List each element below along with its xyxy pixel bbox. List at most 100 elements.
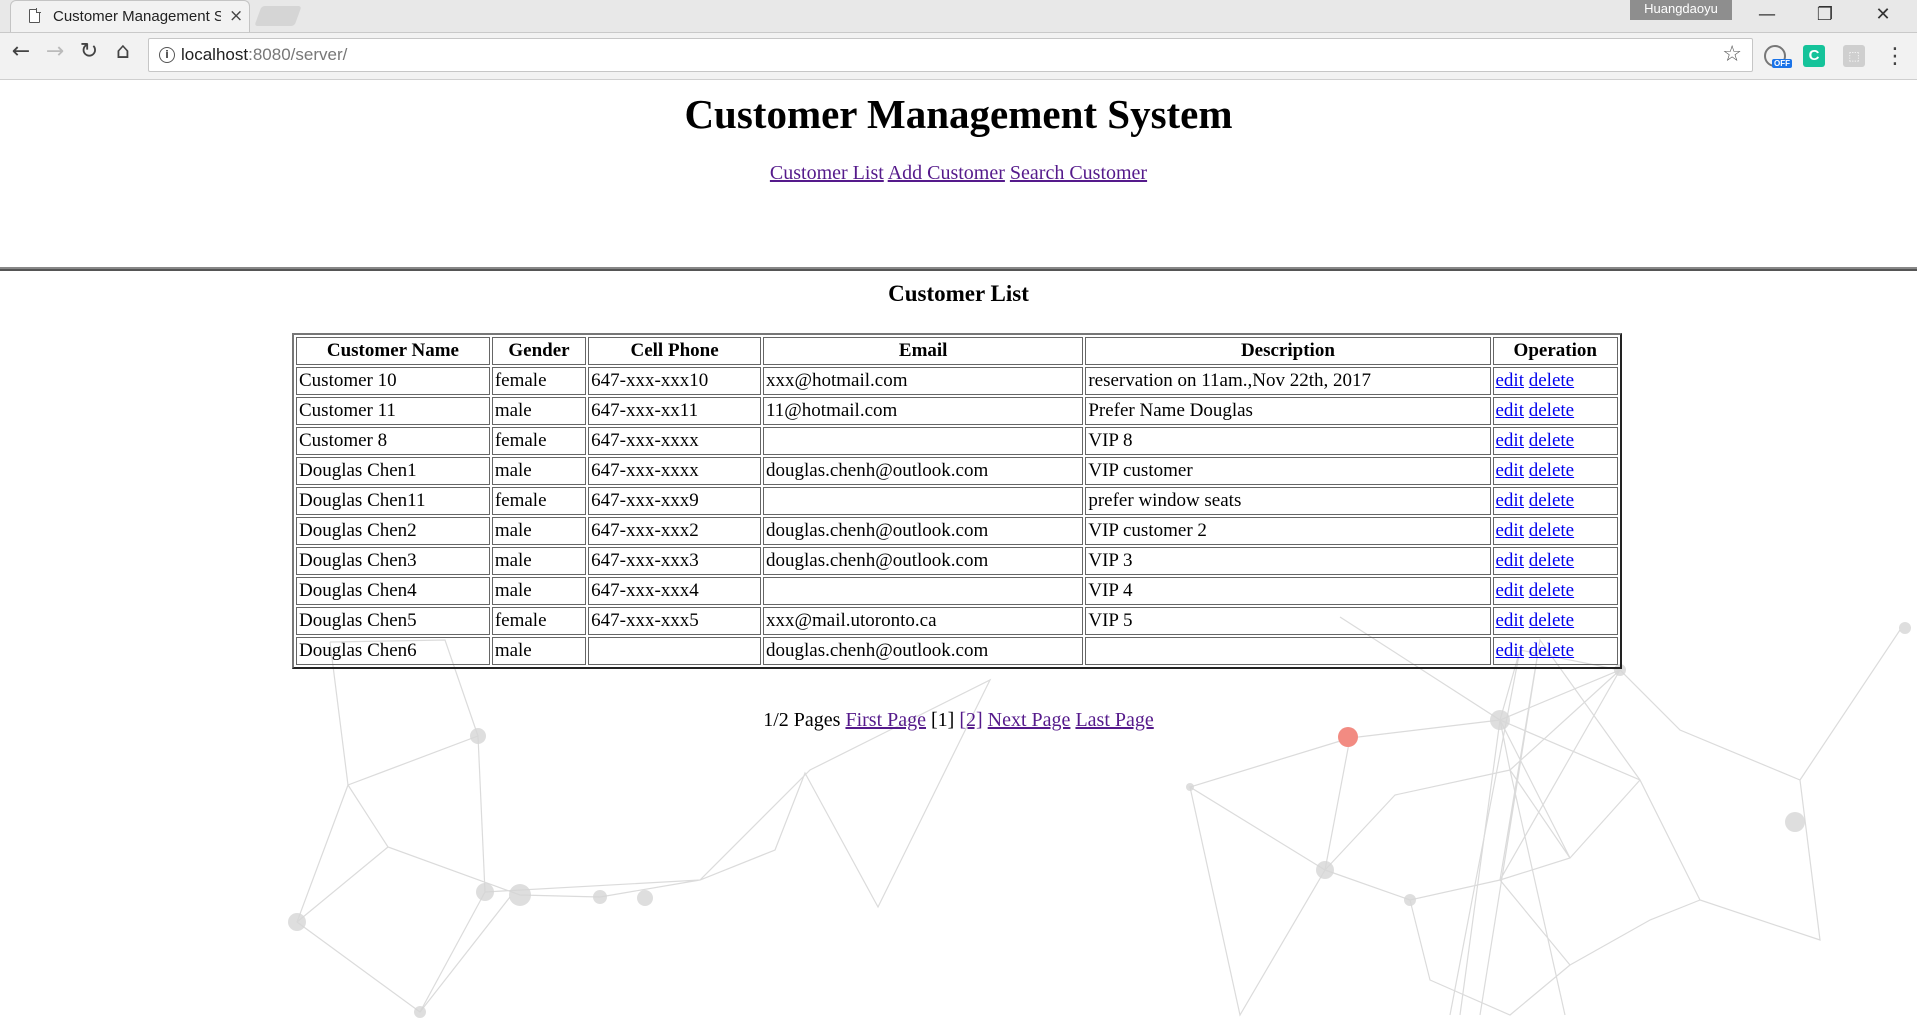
cell-operation: edit delete — [1492, 607, 1618, 635]
table-row: Customer 11 male 647-xxx-xx11 11@hotmail.co… — [296, 397, 1618, 425]
browser-menu-icon[interactable]: ⋮ — [1884, 44, 1906, 69]
column-header-description: Description — [1085, 337, 1491, 365]
url-host: localhost — [181, 45, 249, 64]
cell-name: Douglas Chen1 — [296, 457, 490, 485]
forward-icon[interactable]: → — [40, 39, 70, 69]
cell-description: prefer window seats — [1085, 487, 1491, 515]
cell-gender: female — [491, 367, 587, 395]
cell-email — [763, 487, 1084, 515]
edit-link[interactable]: edit — [1496, 370, 1525, 391]
table-header-row: Customer Name Gender Cell Phone Email De… — [296, 337, 1618, 365]
edit-link[interactable]: edit — [1496, 580, 1525, 601]
page-icon — [29, 8, 41, 23]
edit-link[interactable]: edit — [1496, 610, 1525, 631]
cell-gender: male — [491, 457, 587, 485]
cell-gender: female — [491, 427, 587, 455]
browser-toolbar: ← → ↻ ⌂ i localhost:8080/server/ ☆ OFF C… — [0, 33, 1917, 80]
customer-table: Customer Name Gender Cell Phone Email De… — [292, 333, 1622, 669]
edit-link[interactable]: edit — [1496, 520, 1525, 541]
cell-name: Customer 8 — [296, 427, 490, 455]
profile-button[interactable]: Huangdaoyu — [1630, 0, 1732, 20]
delete-link[interactable]: delete — [1529, 490, 1574, 511]
site-info-icon[interactable]: i — [159, 47, 175, 63]
delete-link[interactable]: delete — [1529, 550, 1574, 571]
cell-phone: 647-xxx-xx11 — [588, 397, 761, 425]
cell-email: douglas.chenh@outlook.com — [763, 517, 1084, 545]
list-title: Customer List — [888, 281, 1029, 306]
delete-link[interactable]: delete — [1529, 460, 1574, 481]
address-bar[interactable]: i localhost:8080/server/ ☆ — [148, 38, 1753, 72]
table-row: Customer 10 female 647-xxx-xxx10 xxx@hotmai… — [296, 367, 1618, 395]
cell-description: VIP customer 2 — [1085, 517, 1491, 545]
close-window-button[interactable]: ✕ — [1860, 2, 1906, 28]
delete-link[interactable]: delete — [1529, 580, 1574, 601]
cell-gender: female — [491, 607, 587, 635]
column-header-gender: Gender — [491, 337, 587, 365]
browser-tab[interactable]: Customer Management System × — [10, 0, 250, 32]
edit-link[interactable]: edit — [1496, 460, 1525, 481]
cell-phone: 647-xxx-xxx4 — [588, 577, 761, 605]
delete-link[interactable]: delete — [1529, 400, 1574, 421]
nav-customer-list-link[interactable]: Customer List — [770, 162, 884, 184]
extension-off-icon[interactable]: OFF — [1764, 45, 1792, 68]
cell-gender: male — [491, 397, 587, 425]
delete-link[interactable]: delete — [1529, 520, 1574, 541]
cell-phone: 647-xxx-xxxx — [588, 427, 761, 455]
cell-operation: edit delete — [1492, 367, 1618, 395]
cell-operation: edit delete — [1492, 487, 1618, 515]
edit-link[interactable]: edit — [1496, 550, 1525, 571]
cell-email: xxx@hotmail.com — [763, 367, 1084, 395]
cell-gender: male — [491, 637, 587, 665]
edit-link[interactable]: edit — [1496, 490, 1525, 511]
table-row: Douglas Chen4 male 647-xxx-xxx4 VIP 4 edit d… — [296, 577, 1618, 605]
home-icon[interactable]: ⌂ — [108, 39, 138, 69]
cell-gender: female — [491, 487, 587, 515]
bookmark-star-icon[interactable]: ☆ — [1722, 42, 1742, 67]
new-tab-button[interactable] — [254, 6, 302, 26]
delete-link[interactable]: delete — [1529, 610, 1574, 631]
restore-button[interactable]: ❐ — [1802, 2, 1848, 28]
current-page: [1] — [931, 709, 955, 731]
tab-strip: Customer Management System × Huangdaoyu … — [0, 0, 1917, 33]
edit-link[interactable]: edit — [1496, 430, 1525, 451]
page-2-link[interactable]: [2] — [959, 709, 982, 731]
cell-name: Douglas Chen3 — [296, 547, 490, 575]
cell-gender: male — [491, 577, 587, 605]
back-icon[interactable]: ← — [6, 39, 36, 69]
cell-operation: edit delete — [1492, 457, 1618, 485]
column-header-email: Email — [763, 337, 1084, 365]
cell-name: Customer 10 — [296, 367, 490, 395]
extension-c-icon[interactable]: C — [1803, 45, 1825, 67]
cell-description: VIP 3 — [1085, 547, 1491, 575]
cell-gender: male — [491, 547, 587, 575]
nav-add-customer-link[interactable]: Add Customer — [888, 162, 1005, 184]
cell-email: xxx@mail.utoronto.ca — [763, 607, 1084, 635]
reload-icon[interactable]: ↻ — [74, 39, 104, 69]
cell-email — [763, 577, 1084, 605]
cell-phone: 647-xxx-xxx3 — [588, 547, 761, 575]
table-row: Customer 8 female 647-xxx-xxxx VIP 8 edit de… — [296, 427, 1618, 455]
delete-link[interactable]: delete — [1529, 640, 1574, 661]
cell-phone: 647-xxx-xxxx — [588, 457, 761, 485]
close-tab-icon[interactable]: × — [229, 6, 243, 26]
cell-description: VIP 8 — [1085, 427, 1491, 455]
extension-pdf-icon[interactable]: ⬚ — [1843, 45, 1865, 67]
cell-email: douglas.chenh@outlook.com — [763, 547, 1084, 575]
cell-operation: edit delete — [1492, 517, 1618, 545]
minimize-button[interactable]: — — [1744, 2, 1790, 28]
delete-link[interactable]: delete — [1529, 370, 1574, 391]
top-navigation: Customer List Add Customer Search Custom… — [0, 162, 1917, 185]
nav-search-customer-link[interactable]: Search Customer — [1010, 162, 1147, 184]
first-page-link[interactable]: First Page — [845, 709, 926, 731]
edit-link[interactable]: edit — [1496, 400, 1525, 421]
extension-off-badge: OFF — [1772, 59, 1792, 68]
delete-link[interactable]: delete — [1529, 430, 1574, 451]
cell-email: douglas.chenh@outlook.com — [763, 457, 1084, 485]
edit-link[interactable]: edit — [1496, 640, 1525, 661]
cell-email: 11@hotmail.com — [763, 397, 1084, 425]
cell-operation: edit delete — [1492, 547, 1618, 575]
last-page-link[interactable]: Last Page — [1075, 709, 1153, 731]
cell-name: Douglas Chen4 — [296, 577, 490, 605]
table-row: Douglas Chen2 male 647-xxx-xxx2 douglas.che… — [296, 517, 1618, 545]
next-page-link[interactable]: Next Page — [988, 709, 1071, 731]
